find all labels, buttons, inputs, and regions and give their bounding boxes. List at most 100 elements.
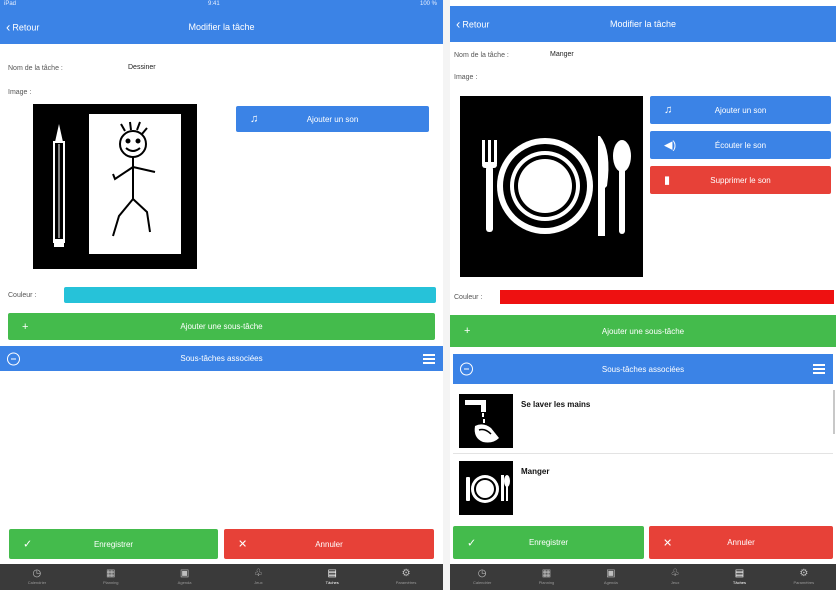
add-subtask-label: Ajouter une sous-tâche [180,322,263,331]
washing-hands-icon [459,394,513,448]
drawing-pencil-icon [53,114,181,254]
tab-calendar[interactable]: ◷ Calendrier [450,564,514,590]
tab-label: Tâches [732,580,747,585]
left-screen: iPad 9:41 100 % ‹ Retour Modifier la tâc… [0,0,443,590]
tasks-icon: ▤ [734,568,745,579]
tab-label: Agenda [177,580,192,585]
delete-sound-button[interactable]: ▮ Supprimer le son [650,166,831,194]
cancel-label: Annuler [727,538,755,547]
plus-icon: + [22,320,29,333]
cancel-button[interactable]: ✕ Annuler [649,526,833,559]
task-name-label: Nom de la tâche : [8,65,63,72]
list-item[interactable]: Se laver les mains [453,388,833,454]
tab-bar: ◷ Calendrier ▦ Planning ▣ Agenda ♧ Jeux ▤ Tâc… [0,564,443,590]
task-image[interactable] [460,96,643,277]
tab-label: Jeux [670,580,680,585]
save-button[interactable]: ✓ Enregistrer [9,529,218,559]
tab-calendar[interactable]: ◷ Calendrier [0,564,74,590]
listen-sound-label: Écouter le son [714,140,767,150]
add-sound-label: Ajouter un son [714,105,767,115]
tab-label: Paramètres [793,580,815,585]
image-label: Image : [8,89,32,96]
task-image[interactable] [33,104,197,269]
color-bar[interactable] [64,287,436,303]
tab-agenda[interactable]: ▣ Agenda [148,564,222,590]
tab-planning[interactable]: ▦ Planning [514,564,578,590]
tab-label: Planning [102,580,119,585]
collapse-icon[interactable] [7,352,20,365]
tab-settings[interactable]: ⚙ Paramètres [369,564,443,590]
planning-icon: ▦ [541,568,552,579]
subtask-name: Se laver les mains [521,400,591,409]
plate-cutlery-icon [482,136,631,236]
tab-tasks[interactable]: ▤ Tâches [295,564,369,590]
tab-tasks[interactable]: ▤ Tâches [707,564,771,590]
subtask-name: Manger [521,467,550,476]
tab-games[interactable]: ♧ Jeux [643,564,707,590]
screen-divider [443,0,450,590]
battery-label: 100 % [419,1,437,7]
tab-bar: ◷ Calendrier ▦ Planning ▣ Agenda ♧ Jeux ▤ Tâc… [450,564,836,590]
tab-label: Calendrier [27,580,47,585]
color-label: Couleur : [8,292,37,299]
planning-icon: ▦ [106,568,116,579]
tab-planning[interactable]: ▦ Planning [74,564,148,590]
tab-agenda[interactable]: ▣ Agenda [579,564,643,590]
close-icon: ✕ [238,538,248,551]
checkmark-icon: ✓ [23,538,33,551]
calendar-icon: ◷ [477,568,487,579]
carrier-label: iPad [4,1,17,7]
menu-icon[interactable] [423,353,435,364]
tab-settings[interactable]: ⚙ Paramètres [772,564,836,590]
collapse-icon[interactable] [460,362,473,376]
nav-bar: ‹ Retour Modifier la tâche [450,6,836,42]
color-bar[interactable] [500,290,834,304]
tab-label: Paramètres [395,580,417,585]
task-name-field[interactable]: Dessiner [128,64,156,71]
delete-sound-label: Supprimer le son [710,175,771,185]
speaker-icon: ◀) [664,139,677,152]
tab-games[interactable]: ♧ Jeux [221,564,295,590]
music-note-icon: ♫ [664,104,673,116]
save-button[interactable]: ✓ Enregistrer [453,526,644,559]
subtasks-header: Sous-tâches associées [0,346,443,371]
save-label: Enregistrer [528,538,569,547]
add-sound-label: Ajouter un son [306,114,359,124]
tab-label: Planning [538,580,555,585]
page-title: Modifier la tâche [188,22,255,32]
trash-icon: ▮ [664,174,671,187]
cancel-label: Annuler [315,539,343,549]
settings-icon: ⚙ [401,568,411,579]
listen-sound-button[interactable]: ◀) Écouter le son [650,131,831,159]
add-sound-button[interactable]: ♫ Ajouter un son [650,96,831,124]
tab-label: Calendrier [472,580,492,585]
subtasks-header-label: Sous-tâches associées [180,354,263,363]
cancel-button[interactable]: ✕ Annuler [224,529,434,559]
music-note-icon: ♫ [250,113,259,125]
subtasks-header-label: Sous-tâches associées [601,364,685,374]
add-sound-button[interactable]: ♫ Ajouter un son [236,106,429,132]
add-subtask-label: Ajouter une sous-tâche [601,326,685,336]
games-icon: ♧ [670,568,680,579]
games-icon: ♧ [253,568,263,579]
agenda-icon: ▣ [606,568,616,579]
agenda-icon: ▣ [179,568,190,579]
task-name-field[interactable]: Manger [550,51,574,58]
calendar-icon: ◷ [32,568,42,579]
status-bar: iPad 9:41 100 % [0,0,443,10]
add-subtask-button[interactable]: + Ajouter une sous-tâche [8,313,435,340]
image-label: Image : [454,74,478,81]
add-subtask-button[interactable]: + Ajouter une sous-tâche [450,315,836,347]
list-item[interactable]: Manger [453,455,833,521]
menu-icon[interactable] [813,364,825,374]
plate-cutlery-icon [459,461,513,515]
tasks-icon: ▤ [327,568,337,579]
settings-icon: ⚙ [799,568,809,579]
plus-icon: + [464,325,471,337]
save-label: Enregistrer [93,539,134,549]
nav-bar: ‹ Retour Modifier la tâche [0,10,443,44]
tab-label: Tâches [325,580,339,585]
tab-label: Jeux [254,580,263,585]
task-name-label: Nom de la tâche : [454,52,509,59]
scrollbar[interactable] [833,390,835,434]
